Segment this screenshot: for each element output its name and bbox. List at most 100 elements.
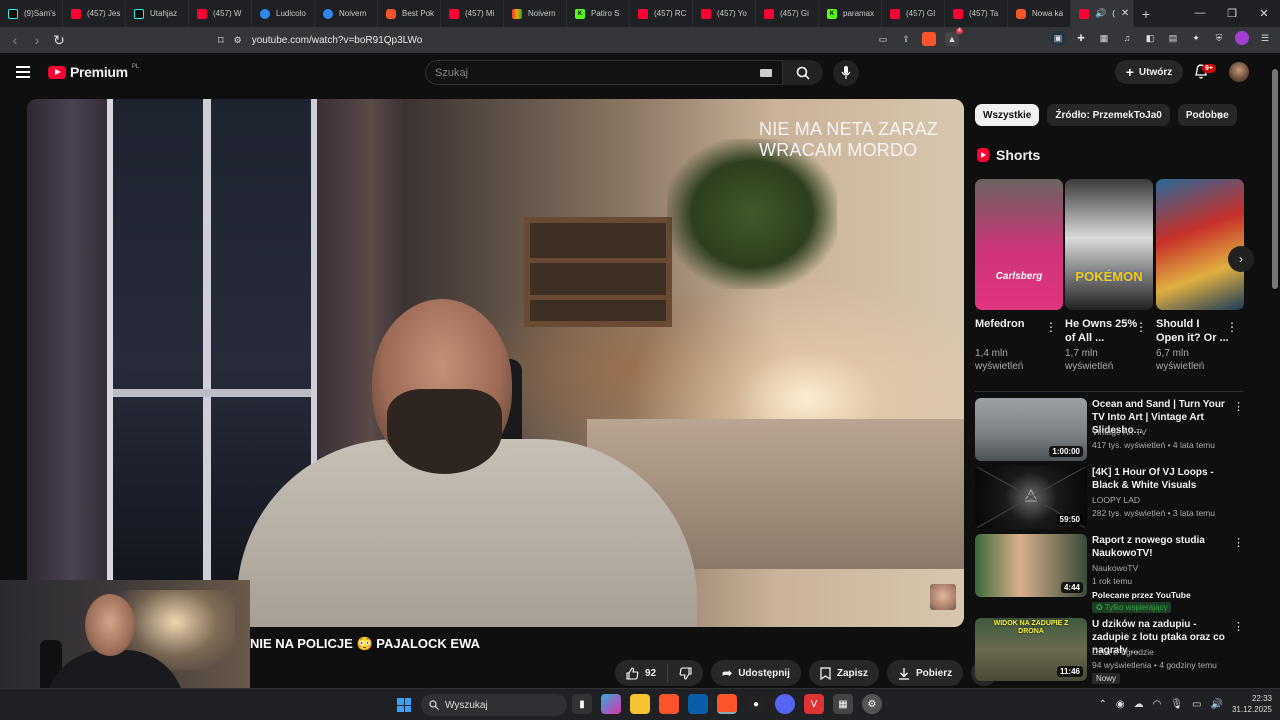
maximize-icon[interactable]: ❐ [1216, 7, 1248, 20]
browser-tab[interactable]: Ludicolo [252, 0, 315, 27]
list-item[interactable]: 59:50 [4K] 1 Hour Of VJ Loops - Black & … [975, 466, 1245, 530]
recommendation-title[interactable]: Raport z nowego studia NaukowoTV! [1092, 534, 1228, 560]
short-thumbnail[interactable]: Carlsberg [975, 179, 1063, 310]
windows-start-icon[interactable] [397, 698, 411, 712]
browser-tab[interactable]: (457) Jes [63, 0, 126, 27]
channel-watermark[interactable] [930, 584, 956, 610]
forward-icon[interactable]: › [26, 32, 48, 48]
leo-icon[interactable]: ✦ [1189, 31, 1203, 45]
close-window-icon[interactable]: ✕ [1248, 7, 1280, 20]
more-vertical-icon[interactable]: ⋮ [1226, 320, 1238, 334]
like-button[interactable]: 92 [615, 664, 669, 682]
menu-icon[interactable]: ☰ [1258, 31, 1272, 45]
dislike-button[interactable] [668, 666, 703, 680]
browser-tab[interactable]: Noivern [315, 0, 378, 27]
avatar[interactable] [1229, 62, 1249, 82]
volume-icon[interactable]: 🔊 [1211, 699, 1223, 710]
voice-search-button[interactable] [833, 60, 859, 86]
youtube-logo[interactable]: Premium PL [48, 64, 139, 80]
browser-tab[interactable]: (457) GI [882, 0, 945, 27]
list-item[interactable]: WIDOK NA ZADUPIE Z DRONA 11:46 U dzików … [975, 618, 1245, 684]
file-explorer-icon[interactable] [630, 694, 650, 714]
search-input[interactable] [435, 66, 735, 79]
page-scrollbar[interactable] [1270, 53, 1280, 688]
channel-name[interactable]: Dziki w ogrodzie [1092, 647, 1154, 657]
video-thumbnail[interactable]: 4:44 [975, 534, 1087, 597]
download-button[interactable]: Pobierz [886, 660, 964, 686]
channel-name[interactable]: NaukowoTV [1092, 563, 1138, 573]
brave-icon[interactable] [659, 694, 679, 714]
create-button[interactable]: + Utwórz [1115, 60, 1183, 84]
menu-icon[interactable] [16, 66, 30, 78]
short-title[interactable]: Should I Open it? Or ... [1156, 317, 1230, 345]
puzzle-icon[interactable]: ✚ [1074, 31, 1088, 45]
brave-rewards-icon[interactable]: ▲ 4 [945, 28, 963, 46]
address-bar[interactable]: ⌑ ⚙ youtube.com/watch?v=boR91Qp3LWo [218, 30, 960, 50]
clock[interactable]: 22:33 31.12.2025 [1232, 693, 1272, 715]
copilot-icon[interactable] [601, 694, 621, 714]
list-item[interactable]: 4:44 Raport z nowego studia NaukowoTV! N… [975, 534, 1245, 613]
browser-tab[interactable]: (9)Sam's [0, 0, 63, 27]
short-card[interactable]: Carlsberg Mefedron 1,4 mln wyświetleń ⋮ [975, 179, 1063, 373]
chevron-up-icon[interactable]: ⌃ [1098, 699, 1106, 710]
short-thumbnail[interactable] [1156, 179, 1244, 310]
vpn-icon[interactable]: ⛨ [1212, 31, 1226, 45]
wifi-icon[interactable]: ◠ [1153, 699, 1162, 710]
task-view-icon[interactable]: ▮ [572, 694, 592, 714]
bookmark-icon[interactable]: ⌑ [218, 34, 224, 47]
browser-tab[interactable]: Nowa ka [1008, 0, 1071, 27]
microphone-icon[interactable]: 🎙 [1170, 699, 1183, 710]
wallet-icon[interactable]: ▤ [1166, 31, 1180, 45]
taskbar-search[interactable]: Wyszukaj [421, 694, 567, 716]
short-title[interactable]: He Owns 25% of All ... [1065, 317, 1139, 345]
browser-tab[interactable]: (457) W [189, 0, 252, 27]
browser-tab[interactable]: Kparamax [819, 0, 882, 27]
browser-tab[interactable]: Best Pok [378, 0, 441, 27]
reload-icon[interactable]: ↻ [48, 32, 70, 49]
speaker-icon[interactable]: 🔊 [1095, 8, 1106, 19]
share-icon[interactable]: ⇪ [899, 32, 913, 46]
obs-icon[interactable]: ● [746, 694, 766, 714]
calculator-icon[interactable]: ▦ [833, 694, 853, 714]
browser-tab[interactable]: (457) Ta [945, 0, 1008, 27]
browser-tab[interactable]: (457) Gi [756, 0, 819, 27]
cloud-icon[interactable]: ☁ [1134, 699, 1144, 710]
video-thumbnail[interactable]: 59:50 [975, 466, 1087, 529]
sidebar-icon[interactable]: ◧ [1143, 31, 1157, 45]
minimize-icon[interactable]: — [1184, 7, 1216, 20]
short-thumbnail[interactable]: POKÉMON [1065, 179, 1153, 310]
browser-tab[interactable]: (457) Yo [693, 0, 756, 27]
site-info-icon[interactable]: ⚙ [234, 35, 242, 46]
short-card[interactable]: Should I Open it? Or ... 6,7 mln wyświet… [1156, 179, 1244, 373]
browser-tab[interactable]: Noivern [504, 0, 567, 27]
list-item[interactable]: 1:00:00 Ocean and Sand | Turn Your TV In… [975, 398, 1245, 462]
channel-name[interactable]: LOOPY LAD [1092, 495, 1140, 505]
video-thumbnail[interactable]: 1:00:00 [975, 398, 1087, 461]
tab-search-icon[interactable]: ▦ [1097, 31, 1111, 45]
channel-name[interactable]: Vintage Art TV [1092, 427, 1147, 437]
more-vertical-icon[interactable]: ⋮ [1233, 400, 1244, 413]
video-player[interactable]: NIE MA NETA ZARAZ WRACAM MORDO [27, 99, 964, 627]
search-button[interactable] [783, 60, 823, 85]
chip-source[interactable]: Źródło: PrzemekToJa0 [1047, 104, 1170, 126]
chip-related[interactable]: Podobne [1177, 104, 1237, 126]
music-note-icon[interactable]: ♫ [1120, 31, 1134, 45]
share-button[interactable]: ➦ Udostępnij [711, 660, 801, 686]
video-thumbnail[interactable]: WIDOK NA ZADUPIE Z DRONA 11:46 [975, 618, 1087, 681]
chevron-right-icon[interactable]: › [1218, 108, 1222, 123]
network-icon[interactable]: ▭ [1192, 699, 1201, 710]
browser-tab-active[interactable]: 🔊 (✕ [1071, 0, 1134, 27]
browser-tab[interactable]: (457) Mi [441, 0, 504, 27]
save-button[interactable]: Zapisz [808, 660, 879, 686]
discord-icon[interactable] [775, 694, 795, 714]
extension-icon[interactable]: ▣ [1051, 31, 1065, 45]
short-title[interactable]: Mefedron [975, 317, 1049, 345]
store-icon[interactable] [688, 694, 708, 714]
profile-icon[interactable] [1235, 31, 1249, 45]
tray-app-icon[interactable]: ◉ [1116, 699, 1125, 710]
url-text[interactable]: youtube.com/watch?v=boR91Qp3LWo [252, 35, 423, 46]
cast-icon[interactable]: ▭ [876, 32, 890, 46]
more-vertical-icon[interactable]: ⋮ [1045, 320, 1057, 334]
browser-tab[interactable]: K Patiro S [567, 0, 630, 27]
browser-tab[interactable]: Utahjaz [126, 0, 189, 27]
